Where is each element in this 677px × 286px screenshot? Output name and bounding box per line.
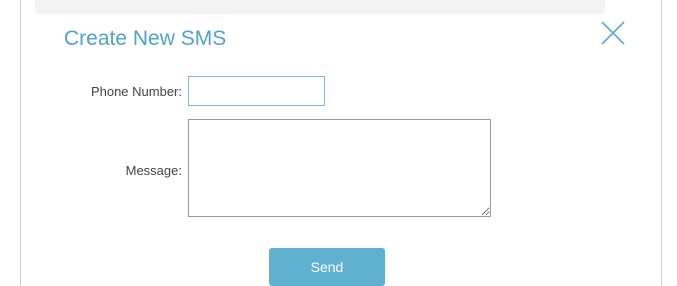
close-button[interactable] xyxy=(598,18,628,48)
dialog-title: Create New SMS xyxy=(64,27,227,50)
dialog-header-band xyxy=(35,0,605,14)
message-label: Message: xyxy=(125,163,182,178)
phone-number-input[interactable] xyxy=(188,76,325,106)
send-button[interactable]: Send xyxy=(269,248,385,286)
close-icon xyxy=(601,21,625,45)
phone-number-label: Phone Number: xyxy=(90,84,182,99)
message-textarea[interactable] xyxy=(188,119,491,217)
